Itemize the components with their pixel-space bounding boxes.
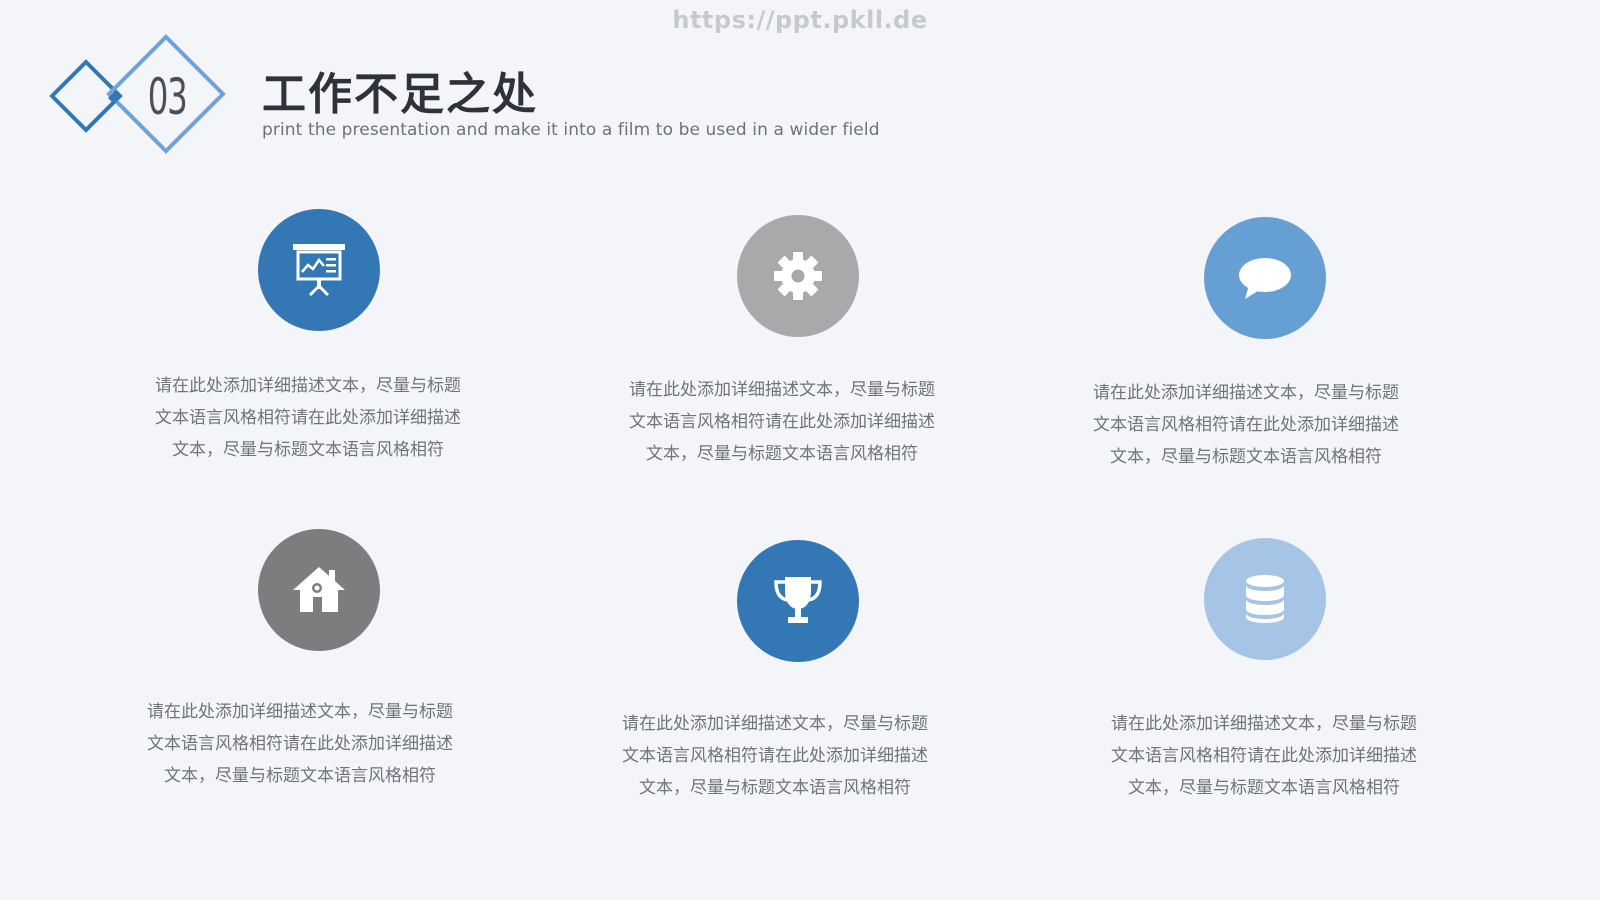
description-text-2: 请在此处添加详细描述文本，尽量与标题文本语言风格相符请在此处添加详细描述文本，尽… bbox=[629, 380, 935, 464]
presentation-circle bbox=[258, 209, 380, 331]
database-circle bbox=[1204, 538, 1326, 660]
speech-circle bbox=[1204, 217, 1326, 339]
trophy-icon bbox=[774, 577, 822, 623]
database-icon bbox=[1246, 575, 1284, 623]
description-text-5: 请在此处添加详细描述文本，尽量与标题文本语言风格相符请在此处添加详细描述文本，尽… bbox=[622, 714, 928, 798]
page-title: 工作不足之处 bbox=[262, 69, 538, 120]
diamond-logo-icon bbox=[49, 34, 226, 154]
trophy-circle bbox=[737, 540, 859, 662]
watermark-url: https://ppt.pkll.de bbox=[672, 6, 928, 34]
house-icon bbox=[293, 567, 345, 612]
gear-circle bbox=[737, 215, 859, 337]
description-text-1: 请在此处添加详细描述文本，尽量与标题文本语言风格相符请在此处添加详细描述文本，尽… bbox=[155, 376, 461, 460]
section-number: 03 bbox=[147, 68, 188, 126]
presentation-board-icon bbox=[293, 244, 345, 297]
description-text-6: 请在此处添加详细描述文本，尽量与标题文本语言风格相符请在此处添加详细描述文本，尽… bbox=[1111, 714, 1417, 798]
description-text-3: 请在此处添加详细描述文本，尽量与标题文本语言风格相符请在此处添加详细描述文本，尽… bbox=[1093, 383, 1399, 467]
page-subtitle: print the presentation and make it into … bbox=[262, 120, 880, 140]
description-text-4: 请在此处添加详细描述文本，尽量与标题文本语言风格相符请在此处添加详细描述文本，尽… bbox=[147, 702, 453, 786]
speech-bubble-icon bbox=[1239, 258, 1291, 299]
house-circle bbox=[258, 529, 380, 651]
gear-icon bbox=[774, 252, 822, 300]
